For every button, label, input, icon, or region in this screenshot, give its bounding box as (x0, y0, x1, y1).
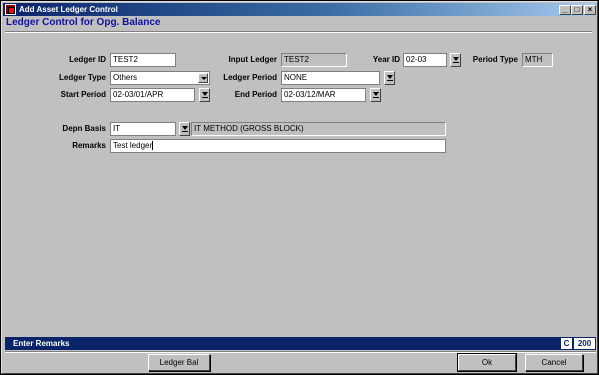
ledger-bal-button[interactable]: Ledger Bal (148, 354, 210, 371)
ledger-type-value: Others (113, 73, 138, 82)
ledger-type-select[interactable]: Others (110, 71, 210, 85)
year-id-lookup-icon[interactable] (450, 53, 461, 67)
end-period-lookup-icon[interactable] (370, 88, 381, 102)
depn-basis-field[interactable]: IT (110, 122, 176, 136)
ledger-control-window: Add Asset Ledger Control _ □ × Ledger Co… (1, 1, 598, 374)
text-cursor (152, 141, 154, 151)
year-id-label: Year ID (372, 55, 400, 64)
ledger-period-field[interactable]: NONE (281, 71, 380, 85)
close-button[interactable]: × (584, 5, 596, 15)
app-icon[interactable] (5, 4, 16, 15)
remarks-field[interactable]: Test ledger (110, 139, 446, 153)
footer-divider (5, 351, 596, 353)
end-period-label: End Period (234, 90, 277, 99)
status-message: Enter Remarks (13, 339, 70, 348)
title-bar[interactable]: Add Asset Ledger Control _ □ × (3, 3, 596, 16)
year-id-field[interactable]: 02-03 (403, 53, 447, 67)
remarks-value: Test ledger (113, 141, 153, 150)
ledger-id-label: Ledger ID (69, 55, 106, 64)
ledger-id-field[interactable]: TEST2 (110, 53, 176, 67)
status-count: 200 (574, 338, 595, 349)
start-period-field[interactable]: 02-03/01/APR (110, 88, 195, 102)
ledger-period-lookup-icon[interactable] (384, 71, 395, 85)
minimize-button[interactable]: _ (559, 5, 571, 15)
window-title: Add Asset Ledger Control (19, 5, 118, 14)
form-subtitle: Ledger Control for Opg. Balance (6, 17, 161, 28)
cancel-button[interactable]: Cancel (525, 354, 583, 371)
ledger-period-label: Ledger Period (223, 73, 277, 82)
ledger-type-label: Ledger Type (59, 73, 106, 82)
header-divider (5, 31, 592, 33)
input-ledger-field: TEST2 (281, 53, 347, 67)
ok-button[interactable]: Ok (457, 353, 517, 372)
period-type-field: MTH (522, 53, 553, 67)
remarks-label: Remarks (72, 141, 106, 150)
status-mode-indicator: C (561, 338, 572, 349)
period-type-label: Period Type (472, 55, 518, 64)
maximize-button[interactable]: □ (571, 5, 583, 15)
status-bar: Enter Remarks C 200 (5, 337, 596, 350)
depn-basis-label: Depn Basis (62, 124, 106, 133)
depn-basis-description: IT METHOD (GROSS BLOCK) (191, 122, 446, 136)
end-period-field[interactable]: 02-03/12/MAR (281, 88, 366, 102)
depn-basis-lookup-icon[interactable] (179, 122, 190, 136)
input-ledger-label: Input Ledger (228, 55, 277, 64)
start-period-label: Start Period (60, 90, 106, 99)
